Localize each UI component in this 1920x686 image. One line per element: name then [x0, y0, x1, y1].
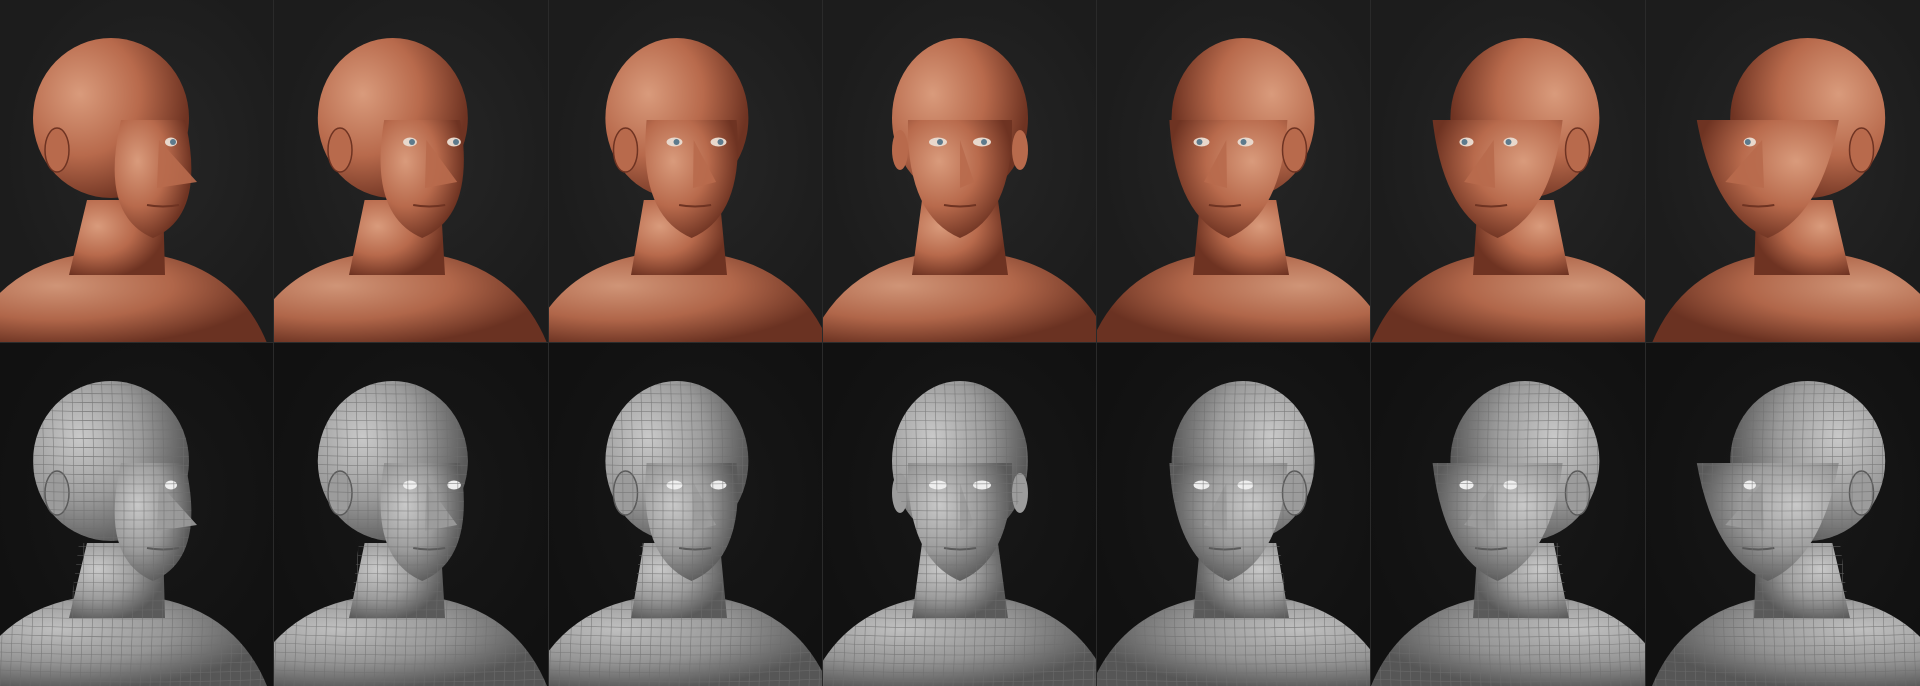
ear — [1565, 127, 1591, 173]
iris — [170, 139, 176, 145]
eye — [666, 480, 683, 490]
head-render-svg — [1371, 38, 1645, 343]
head-turnaround-sheet — [0, 0, 1920, 686]
iris — [1240, 139, 1247, 145]
head-render-svg — [822, 38, 1097, 343]
head-figure — [274, 38, 548, 343]
head-render-svg — [1651, 38, 1920, 343]
head-render-svg — [274, 38, 548, 343]
head-render-svg — [274, 381, 548, 686]
eye — [1503, 480, 1518, 490]
wireframe-three-quarter-left-far-render — [1371, 343, 1646, 686]
head-figure — [822, 381, 1097, 686]
ear — [1848, 127, 1874, 173]
head-figure — [548, 38, 822, 343]
eye — [165, 480, 177, 490]
ear — [44, 470, 70, 516]
iris — [673, 139, 680, 145]
eye — [1743, 480, 1756, 490]
eye — [972, 480, 991, 490]
ear — [1281, 127, 1308, 173]
ear — [44, 127, 70, 173]
ear — [1011, 473, 1028, 513]
head-render-svg — [1371, 381, 1645, 686]
head-render-svg — [0, 381, 267, 686]
eye — [928, 480, 947, 490]
head-render-svg — [822, 381, 1097, 686]
head-figure — [548, 381, 822, 686]
head-figure — [1651, 381, 1920, 686]
head-render-svg — [1097, 381, 1371, 686]
iris — [453, 139, 460, 145]
eye — [1237, 480, 1254, 490]
iris — [1744, 139, 1751, 145]
head-render-svg — [548, 381, 822, 686]
iris — [980, 139, 987, 145]
wireframe-three-quarter-right-back-render — [274, 343, 549, 686]
wireframe-profile-left-render — [1645, 343, 1920, 686]
eye — [1459, 480, 1474, 490]
head-figure — [1371, 38, 1645, 343]
head-render-svg — [0, 38, 267, 343]
textured-three-quarter-left-far-render — [1371, 0, 1646, 343]
head-figure — [822, 38, 1097, 343]
wireframe-profile-right-back-render — [0, 343, 275, 686]
iris — [717, 139, 724, 145]
head-figure — [1371, 381, 1645, 686]
textured-three-quarter-right-render — [548, 0, 823, 343]
head-render-svg — [1097, 38, 1371, 343]
textured-profile-left-render — [1645, 0, 1920, 343]
iris — [936, 139, 943, 145]
ear — [1011, 130, 1028, 170]
wireframe-three-quarter-right-render — [548, 343, 823, 686]
iris — [1196, 139, 1203, 145]
eye — [403, 480, 418, 490]
iris — [1461, 139, 1468, 145]
head-figure — [0, 38, 267, 343]
head-render-svg — [1651, 381, 1920, 686]
head-render-svg — [548, 38, 822, 343]
head-figure — [274, 381, 548, 686]
ear — [1565, 470, 1591, 516]
ear — [327, 127, 354, 173]
textured-front-render — [822, 0, 1098, 343]
head-figure — [0, 381, 267, 686]
eye — [1193, 480, 1210, 490]
eye — [447, 480, 462, 490]
wireframe-three-quarter-left-render — [1097, 343, 1372, 686]
iris — [1505, 139, 1512, 145]
head-figure — [1651, 38, 1920, 343]
ear — [891, 473, 908, 513]
ear — [612, 470, 638, 516]
wireframe-front-render — [822, 343, 1098, 686]
head-figure — [1097, 38, 1371, 343]
ear — [1848, 470, 1874, 516]
iris — [409, 139, 416, 145]
head-figure — [1097, 381, 1371, 686]
textured-profile-right-back-render — [0, 0, 275, 343]
textured-three-quarter-left-render — [1097, 0, 1372, 343]
textured-three-quarter-right-back-render — [274, 0, 549, 343]
ear — [327, 470, 354, 516]
ear — [891, 130, 908, 170]
ear — [612, 127, 638, 173]
wireframe-head-row — [0, 343, 1920, 686]
textured-head-row — [0, 0, 1920, 343]
